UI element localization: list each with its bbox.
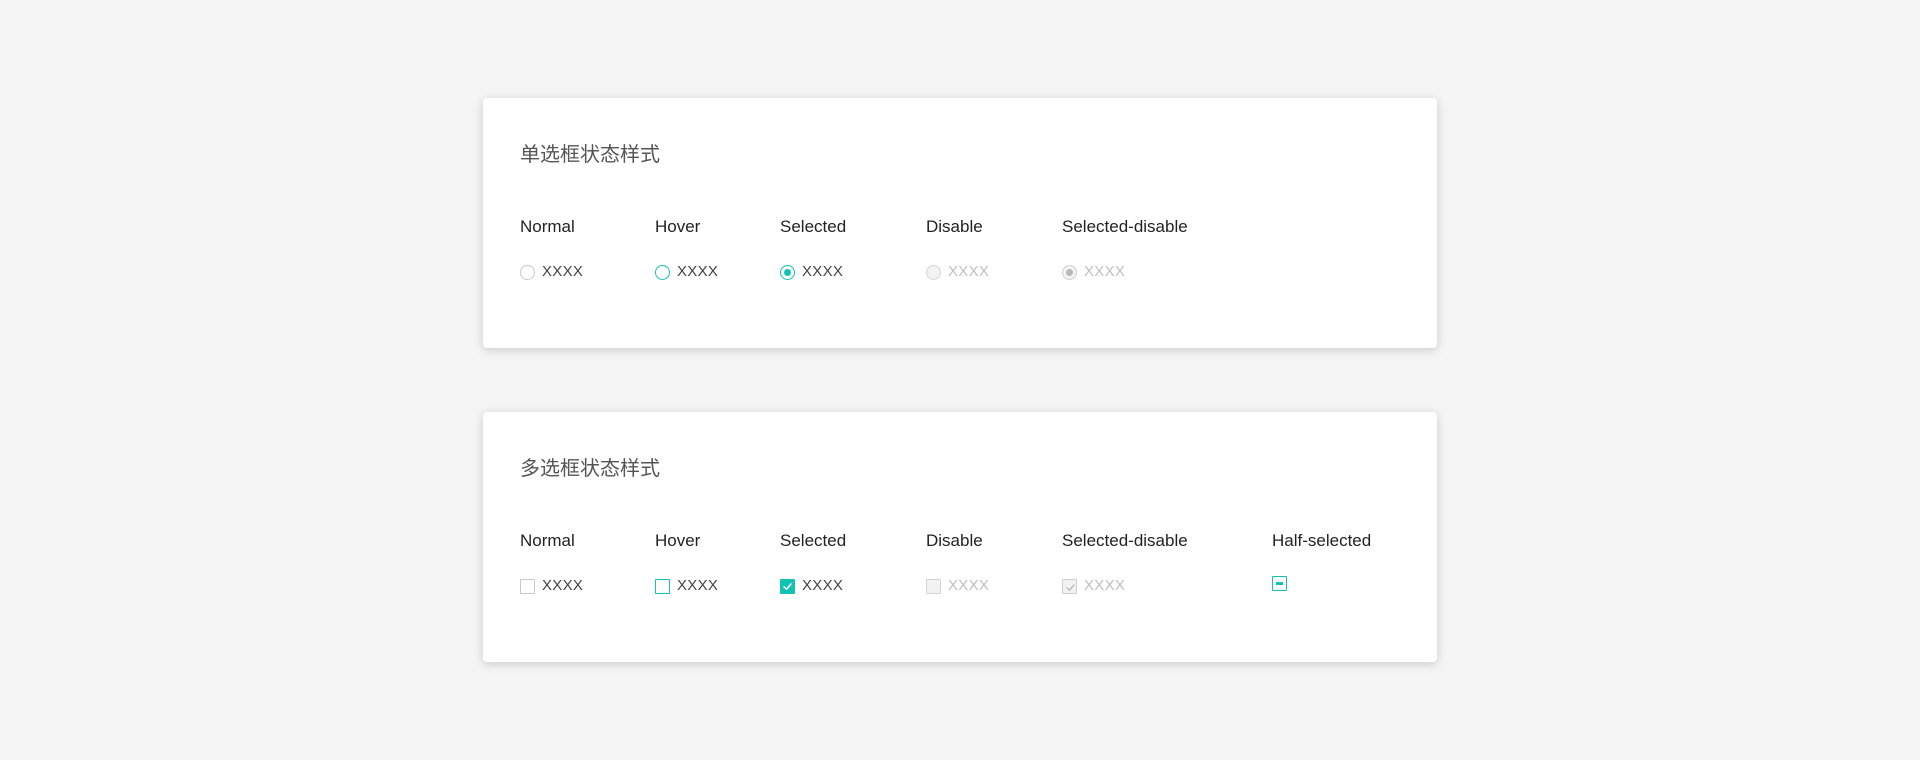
radio-section-title: 单选框状态样式 [520, 144, 660, 166]
radio-selected-option[interactable]: XXXX [780, 263, 843, 281]
checkbox-selected-disabled-option: XXXX [1062, 577, 1125, 595]
radio-normal-text: XXXX [542, 263, 584, 280]
radio-hover-label: Hover [655, 217, 701, 236]
checkbox-half-selected-label: Half-selected [1272, 531, 1372, 550]
radio-normal-icon[interactable] [520, 264, 535, 280]
checkbox-selected-disabled-label: Selected-disable [1062, 531, 1188, 550]
radio-hover-icon[interactable] [655, 264, 670, 280]
checkbox-selected-disabled-text: XXXX [1084, 577, 1126, 594]
radio-states-card: 单选框状态样式 Normal XXXX Hover XXXX Selected … [483, 98, 1437, 348]
radio-disabled-text: XXXX [948, 263, 990, 280]
radio-hover-text: XXXX [677, 263, 719, 280]
checkmark-icon [1066, 583, 1075, 591]
radio-selected-disabled-text: XXXX [1084, 263, 1126, 280]
checkmark-icon [783, 582, 792, 590]
checkbox-selected-text: XXXX [802, 577, 844, 594]
radio-selected-text: XXXX [802, 263, 844, 280]
checkbox-disabled-option: XXXX [926, 577, 989, 595]
checkbox-indeterminate-icon[interactable] [1272, 576, 1287, 591]
checkbox-hover-text: XXXX [677, 577, 719, 594]
radio-disabled-label: Disable [926, 217, 983, 236]
checkbox-hover-icon[interactable] [655, 578, 670, 594]
radio-selected-disabled-icon [1062, 264, 1077, 280]
radio-hover-option[interactable]: XXXX [655, 263, 718, 281]
checkbox-section-title: 多选框状态样式 [520, 458, 660, 480]
radio-normal-label: Normal [520, 217, 575, 236]
radio-normal-option[interactable]: XXXX [520, 263, 583, 281]
radio-disabled-option: XXXX [926, 263, 989, 281]
radio-selected-label: Selected [780, 217, 847, 236]
checkbox-normal-option[interactable]: XXXX [520, 577, 583, 595]
checkbox-selected-option[interactable]: XXXX [780, 577, 843, 595]
checkbox-hover-label: Hover [655, 531, 701, 550]
checkbox-normal-text: XXXX [542, 577, 584, 594]
checkbox-states-card: 多选框状态样式 Normal XXXX Hover XXXX Selected … [483, 412, 1437, 662]
radio-selected-disabled-option: XXXX [1062, 263, 1125, 281]
radio-selected-icon[interactable] [780, 264, 795, 280]
checkbox-checked-disabled-icon [1062, 578, 1077, 594]
checkbox-hover-option[interactable]: XXXX [655, 577, 718, 595]
checkbox-normal-icon[interactable] [520, 578, 535, 594]
checkbox-disabled-icon [926, 578, 941, 594]
radio-selected-disabled-label: Selected-disable [1062, 217, 1188, 236]
checkbox-selected-label: Selected [780, 531, 847, 550]
radio-disabled-icon [926, 264, 941, 280]
checkbox-disabled-text: XXXX [948, 577, 990, 594]
checkbox-normal-label: Normal [520, 531, 575, 550]
checkbox-checked-icon[interactable] [780, 578, 795, 594]
checkbox-disabled-label: Disable [926, 531, 983, 550]
